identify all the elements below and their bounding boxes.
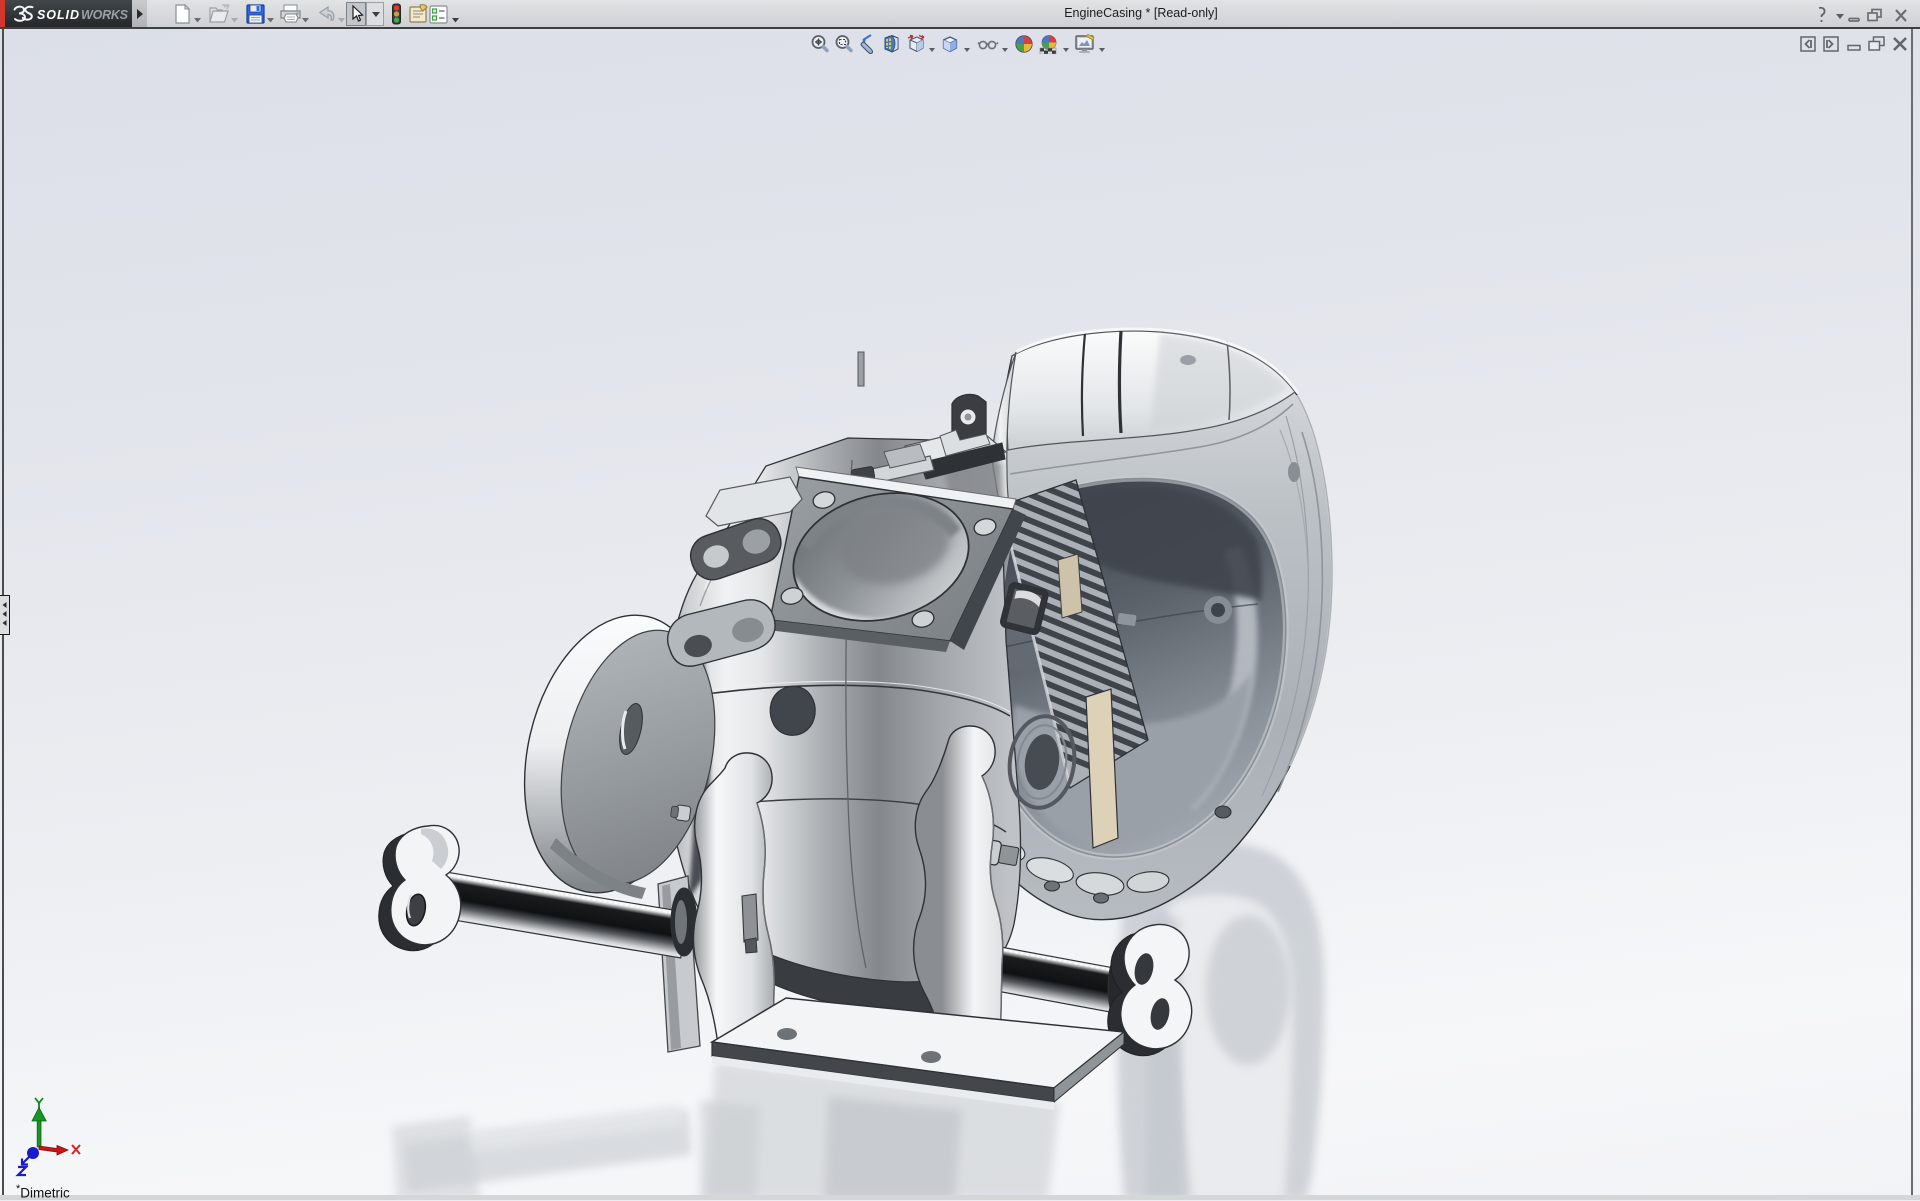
svg-text:WORKS: WORKS (81, 8, 129, 22)
svg-text:SOLID: SOLID (37, 8, 79, 22)
